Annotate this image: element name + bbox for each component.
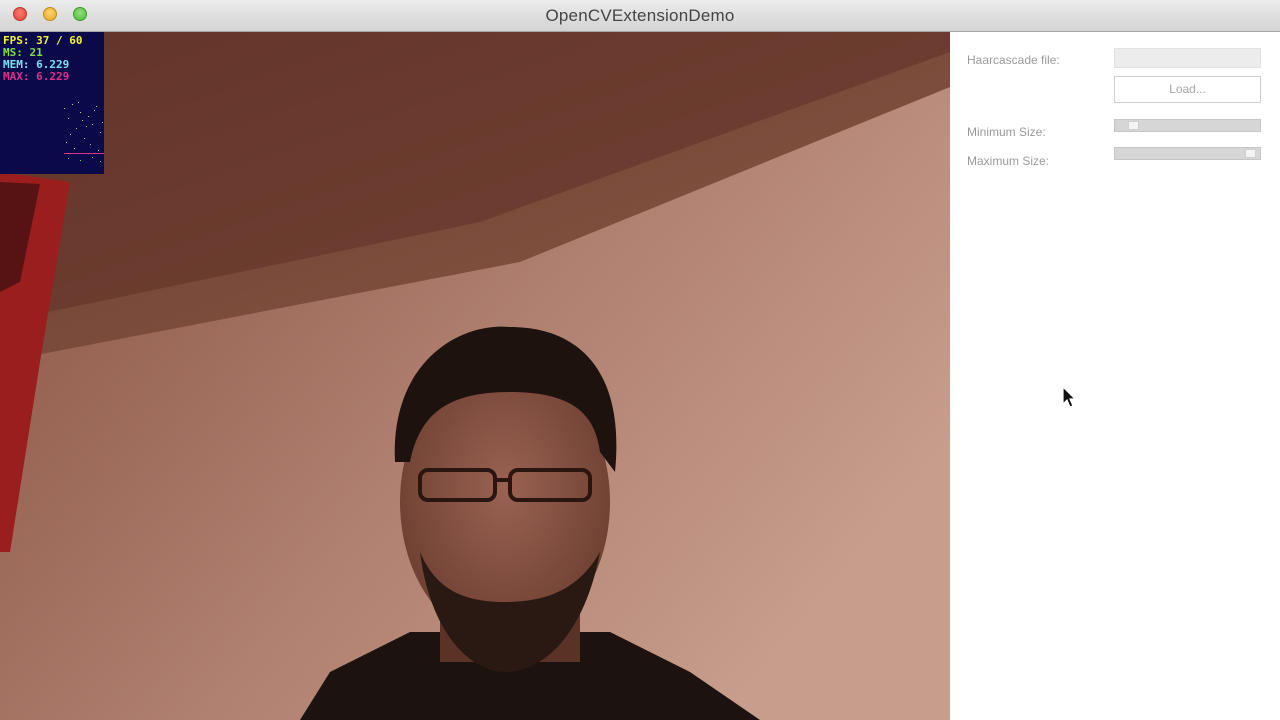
haarcascade-label: Haarcascade file: — [967, 53, 1060, 67]
camera-view — [0, 32, 950, 720]
mouse-pointer-icon — [1062, 386, 1077, 408]
window-title: OpenCVExtensionDemo — [545, 6, 735, 25]
haarcascade-file-field[interactable] — [1114, 48, 1261, 68]
camera-frame-image — [0, 32, 950, 720]
title-bar[interactable]: OpenCVExtensionDemo — [0, 0, 1280, 32]
ms-readout: MS: 21 — [3, 46, 43, 59]
perf-graph — [64, 102, 104, 162]
perf-monitor: FPS: 37 / 60 MS: 21 MEM: 6.229 MAX: 6.22… — [0, 32, 104, 174]
mem-readout: MEM: 6.229 — [3, 58, 70, 71]
minimum-size-slider[interactable] — [1114, 119, 1261, 132]
maximum-size-label: Maximum Size: — [967, 154, 1050, 168]
control-panel: Haarcascade file: Load... Minimum Size: … — [950, 32, 1280, 720]
minimum-size-label: Minimum Size: — [967, 125, 1046, 139]
maximum-size-slider[interactable] — [1114, 147, 1261, 160]
fps-readout: FPS: 37 / 60 — [3, 34, 83, 47]
minimum-size-slider-thumb[interactable] — [1128, 121, 1139, 130]
load-button[interactable]: Load... — [1114, 76, 1261, 103]
maximum-size-slider-thumb[interactable] — [1245, 149, 1256, 158]
max-readout: MAX: 6.229 — [3, 70, 70, 83]
app-window: OpenCVExtensionDemo FPS: 37 / 60 MS: 21 … — [0, 0, 1280, 720]
